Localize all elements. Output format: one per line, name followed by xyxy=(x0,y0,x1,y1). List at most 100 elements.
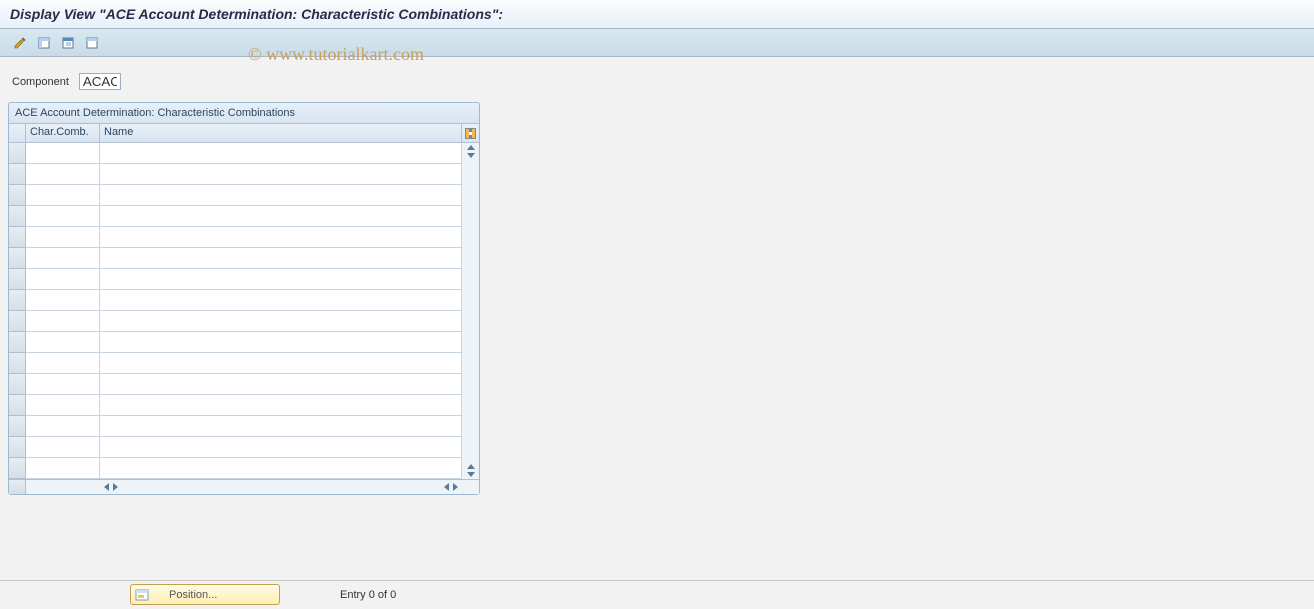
table-body xyxy=(9,143,462,479)
table-select-block-icon xyxy=(61,36,75,50)
table-row[interactable] xyxy=(9,332,462,353)
table-row[interactable] xyxy=(9,437,462,458)
pencil-icon xyxy=(13,36,27,50)
row-selector[interactable] xyxy=(9,437,26,458)
cell-name[interactable] xyxy=(100,227,462,248)
cell-charcomb[interactable] xyxy=(26,227,100,248)
cell-charcomb[interactable] xyxy=(26,164,100,185)
cell-charcomb[interactable] xyxy=(26,416,100,437)
cell-name[interactable] xyxy=(100,185,462,206)
cell-charcomb[interactable] xyxy=(26,353,100,374)
cell-name[interactable] xyxy=(100,248,462,269)
component-field-row: Component xyxy=(12,73,1306,90)
cell-charcomb[interactable] xyxy=(26,185,100,206)
cell-charcomb[interactable] xyxy=(26,269,100,290)
table-row[interactable] xyxy=(9,374,462,395)
row-selector[interactable] xyxy=(9,206,26,227)
table-row[interactable] xyxy=(9,311,462,332)
column-selector[interactable] xyxy=(9,124,26,142)
scroll-down-icon[interactable] xyxy=(467,153,475,158)
toggle-change-display-button[interactable] xyxy=(10,34,30,52)
cell-name[interactable] xyxy=(100,269,462,290)
table-row[interactable] xyxy=(9,458,462,479)
cell-name[interactable] xyxy=(100,374,462,395)
cell-charcomb[interactable] xyxy=(26,248,100,269)
footer-bar: Position... Entry 0 of 0 xyxy=(0,580,1314,608)
select-all-button[interactable] xyxy=(34,34,54,52)
position-button[interactable]: Position... xyxy=(130,584,280,605)
table-row[interactable] xyxy=(9,416,462,437)
table-row[interactable] xyxy=(9,143,462,164)
table-title: ACE Account Determination: Characteristi… xyxy=(9,103,479,124)
table-row[interactable] xyxy=(9,290,462,311)
select-block-button[interactable] xyxy=(58,34,78,52)
app-toolbar: © www.tutorialkart.com xyxy=(0,29,1314,57)
scroll-left-icon[interactable] xyxy=(444,483,449,491)
data-table: ACE Account Determination: Characteristi… xyxy=(8,102,480,495)
row-selector[interactable] xyxy=(9,164,26,185)
scroll-right-icon[interactable] xyxy=(453,483,458,491)
cell-charcomb[interactable] xyxy=(26,458,100,479)
row-selector[interactable] xyxy=(9,248,26,269)
cell-charcomb[interactable] xyxy=(26,437,100,458)
row-selector[interactable] xyxy=(9,185,26,206)
table-row[interactable] xyxy=(9,248,462,269)
row-selector[interactable] xyxy=(9,332,26,353)
page-title: Display View "ACE Account Determination:… xyxy=(10,6,503,22)
scroll-up-icon[interactable] xyxy=(467,464,475,469)
row-selector[interactable] xyxy=(9,395,26,416)
table-row[interactable] xyxy=(9,164,462,185)
cell-name[interactable] xyxy=(100,311,462,332)
position-button-label: Position... xyxy=(169,589,217,601)
deselect-all-button[interactable] xyxy=(82,34,102,52)
table-row[interactable] xyxy=(9,395,462,416)
row-selector[interactable] xyxy=(9,416,26,437)
vertical-scrollbar[interactable] xyxy=(462,143,479,479)
cell-charcomb[interactable] xyxy=(26,395,100,416)
table-row[interactable] xyxy=(9,227,462,248)
cell-charcomb[interactable] xyxy=(26,374,100,395)
column-header-charcomb[interactable]: Char.Comb. xyxy=(26,124,100,142)
cell-name[interactable] xyxy=(100,290,462,311)
row-selector[interactable] xyxy=(9,227,26,248)
component-input[interactable] xyxy=(79,73,121,90)
table-header-row: Char.Comb. Name xyxy=(9,124,479,143)
cell-charcomb[interactable] xyxy=(26,206,100,227)
cell-name[interactable] xyxy=(100,206,462,227)
scroll-left-icon[interactable] xyxy=(104,483,109,491)
position-icon xyxy=(135,588,149,602)
content-area: Component ACE Account Determination: Cha… xyxy=(0,57,1314,503)
configure-columns-button[interactable] xyxy=(462,124,479,142)
table-row[interactable] xyxy=(9,353,462,374)
table-settings-icon xyxy=(465,128,476,139)
scroll-up-icon[interactable] xyxy=(467,145,475,150)
row-selector[interactable] xyxy=(9,311,26,332)
cell-name[interactable] xyxy=(100,416,462,437)
cell-name[interactable] xyxy=(100,353,462,374)
cell-name[interactable] xyxy=(100,332,462,353)
entry-counter: Entry 0 of 0 xyxy=(340,589,396,601)
cell-name[interactable] xyxy=(100,458,462,479)
cell-charcomb[interactable] xyxy=(26,143,100,164)
row-selector[interactable] xyxy=(9,374,26,395)
horizontal-scrollbar[interactable] xyxy=(9,479,479,494)
row-selector[interactable] xyxy=(9,269,26,290)
cell-charcomb[interactable] xyxy=(26,311,100,332)
table-row[interactable] xyxy=(9,185,462,206)
cell-name[interactable] xyxy=(100,164,462,185)
cell-charcomb[interactable] xyxy=(26,290,100,311)
cell-charcomb[interactable] xyxy=(26,332,100,353)
row-selector[interactable] xyxy=(9,143,26,164)
row-selector[interactable] xyxy=(9,353,26,374)
cell-name[interactable] xyxy=(100,395,462,416)
row-selector[interactable] xyxy=(9,290,26,311)
table-row[interactable] xyxy=(9,206,462,227)
cell-name[interactable] xyxy=(100,143,462,164)
title-bar: Display View "ACE Account Determination:… xyxy=(0,0,1314,29)
row-selector[interactable] xyxy=(9,458,26,479)
cell-name[interactable] xyxy=(100,437,462,458)
scroll-down-icon[interactable] xyxy=(467,472,475,477)
column-header-name[interactable]: Name xyxy=(100,124,462,142)
scroll-right-icon[interactable] xyxy=(113,483,118,491)
table-row[interactable] xyxy=(9,269,462,290)
